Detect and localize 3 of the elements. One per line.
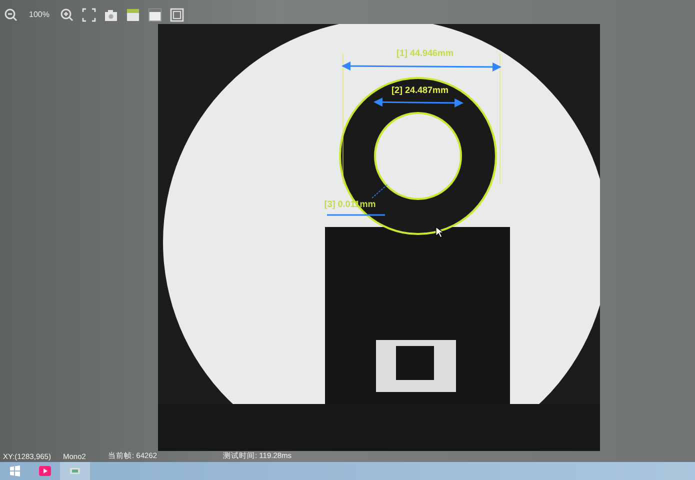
- measurement-label: [1] 44.946mm: [395, 48, 455, 58]
- measurement-label: [2] 24.487mm: [390, 84, 450, 95]
- zoom-level: 100%: [29, 10, 50, 20]
